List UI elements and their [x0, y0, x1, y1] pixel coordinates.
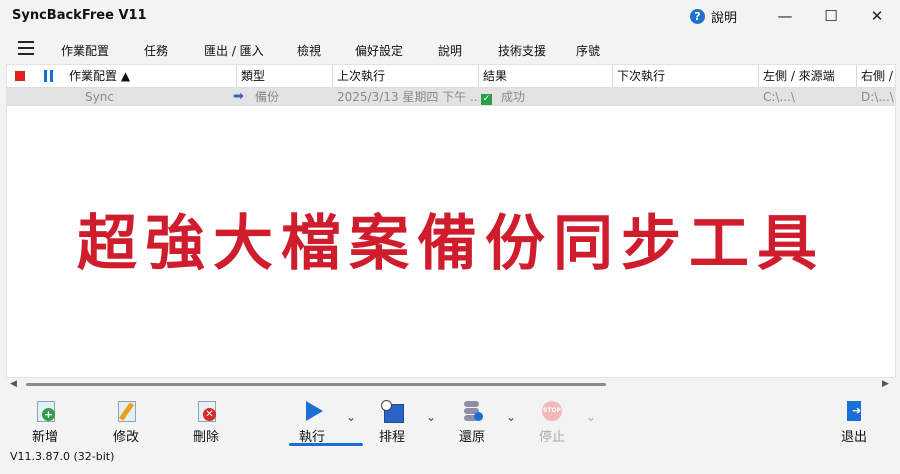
- edit-button[interactable]: 修改: [103, 398, 149, 445]
- menu-export-import[interactable]: 匯出 / 匯入: [204, 42, 264, 59]
- horizontal-scrollbar[interactable]: ◀ ▶: [6, 377, 894, 393]
- exit-button[interactable]: ➜ 退出: [831, 398, 877, 445]
- calendar-clock-icon: [381, 400, 404, 423]
- restore-button[interactable]: 還原: [449, 398, 495, 445]
- cell-left: C:\...\: [763, 90, 795, 104]
- restore-label: 還原: [458, 430, 485, 445]
- restore-database-icon: [461, 400, 483, 422]
- cell-profile: Sync: [85, 90, 114, 104]
- run-dropdown-chevron-icon[interactable]: ⌄: [346, 410, 356, 424]
- cell-last-run: 2025/3/13 星期四 下午 ...: [337, 90, 477, 104]
- stop-dropdown-chevron-icon[interactable]: ⌄: [586, 410, 596, 424]
- title-bar: SyncBackFree V11 ? 說明 — ☐ ✕: [0, 0, 900, 32]
- maximize-button[interactable]: ☐: [808, 0, 854, 32]
- menu-task[interactable]: 任務: [144, 42, 168, 59]
- stop-status-icon[interactable]: [15, 71, 25, 81]
- delete-button[interactable]: ✕ 刪除: [183, 398, 229, 445]
- help-button[interactable]: ? 說明: [690, 7, 737, 26]
- cell-next-run: [617, 88, 757, 106]
- run-selected-indicator: [289, 443, 363, 446]
- edit-label: 修改: [112, 430, 139, 445]
- cell-type: 備份: [255, 90, 280, 104]
- success-check-icon: ✓: [481, 94, 492, 105]
- new-profile-icon: +: [34, 400, 56, 422]
- delete-icon: ✕: [195, 400, 217, 422]
- stop-button[interactable]: STOP 停止: [529, 398, 575, 445]
- help-label: 說明: [711, 11, 738, 26]
- table-header: 作業配置 ▲ 類型 上次執行 結果 下次執行 左側 / 來源端 右側 /: [7, 65, 895, 88]
- col-left-source[interactable]: 左側 / 來源端: [759, 65, 857, 87]
- col-result[interactable]: 結果: [479, 65, 613, 87]
- menu-bar: 作業配置 任務 匯出 / 匯入 檢視 偏好設定 說明 技術支援 序號: [0, 36, 900, 62]
- close-button[interactable]: ✕: [854, 0, 900, 32]
- col-type[interactable]: 類型: [237, 65, 333, 87]
- question-icon: ?: [690, 9, 705, 24]
- scroll-thumb[interactable]: [26, 383, 606, 386]
- run-button[interactable]: 執行: [289, 398, 335, 445]
- scroll-left-icon[interactable]: ◀: [10, 379, 17, 389]
- delete-label: 刪除: [192, 430, 219, 445]
- menu-profile[interactable]: 作業配置: [61, 42, 109, 59]
- col-next-run[interactable]: 下次執行: [613, 65, 759, 87]
- menu-support[interactable]: 技術支援: [498, 42, 546, 59]
- play-icon: [301, 400, 323, 422]
- pause-status-icon[interactable]: [44, 70, 56, 82]
- col-last-run[interactable]: 上次執行: [333, 65, 479, 87]
- schedule-dropdown-chevron-icon[interactable]: ⌄: [426, 410, 436, 424]
- table-row[interactable]: Sync ➡ 備份 2025/3/13 星期四 下午 ... ✓ 成功 C:\.…: [7, 88, 895, 106]
- exit-label: 退出: [840, 430, 867, 445]
- schedule-label: 排程: [378, 430, 405, 445]
- menu-serial[interactable]: 序號: [576, 42, 600, 59]
- col-profile[interactable]: 作業配置 ▲: [65, 65, 237, 87]
- hamburger-menu-icon[interactable]: [18, 41, 34, 55]
- new-label: 新增: [31, 430, 58, 445]
- app-title: SyncBackFree V11: [12, 8, 147, 23]
- stop-sign-icon: STOP: [541, 400, 563, 422]
- restore-dropdown-chevron-icon[interactable]: ⌄: [506, 410, 516, 424]
- cell-right: D:\...\: [861, 90, 894, 104]
- arrow-right-icon: ➡: [233, 89, 244, 104]
- cell-result: 成功: [501, 90, 526, 104]
- schedule-button[interactable]: 排程: [369, 398, 415, 445]
- new-button[interactable]: + 新增: [22, 398, 68, 445]
- banner-text: 超強大檔案備份同步工具: [77, 209, 825, 279]
- minimize-button[interactable]: —: [762, 0, 808, 32]
- exit-door-icon: ➜: [843, 400, 865, 422]
- edit-pencil-icon: [115, 400, 137, 422]
- menu-preferences[interactable]: 偏好設定: [355, 42, 403, 59]
- col-right[interactable]: 右側 /: [857, 65, 895, 87]
- profile-table[interactable]: 作業配置 ▲ 類型 上次執行 結果 下次執行 左側 / 來源端 右側 / Syn…: [6, 64, 896, 378]
- version-label: V11.3.87.0 (32-bit): [10, 450, 115, 463]
- stop-label: 停止: [538, 430, 565, 445]
- menu-help[interactable]: 說明: [438, 42, 462, 59]
- scroll-right-icon[interactable]: ▶: [882, 379, 889, 389]
- menu-view[interactable]: 檢視: [297, 42, 321, 59]
